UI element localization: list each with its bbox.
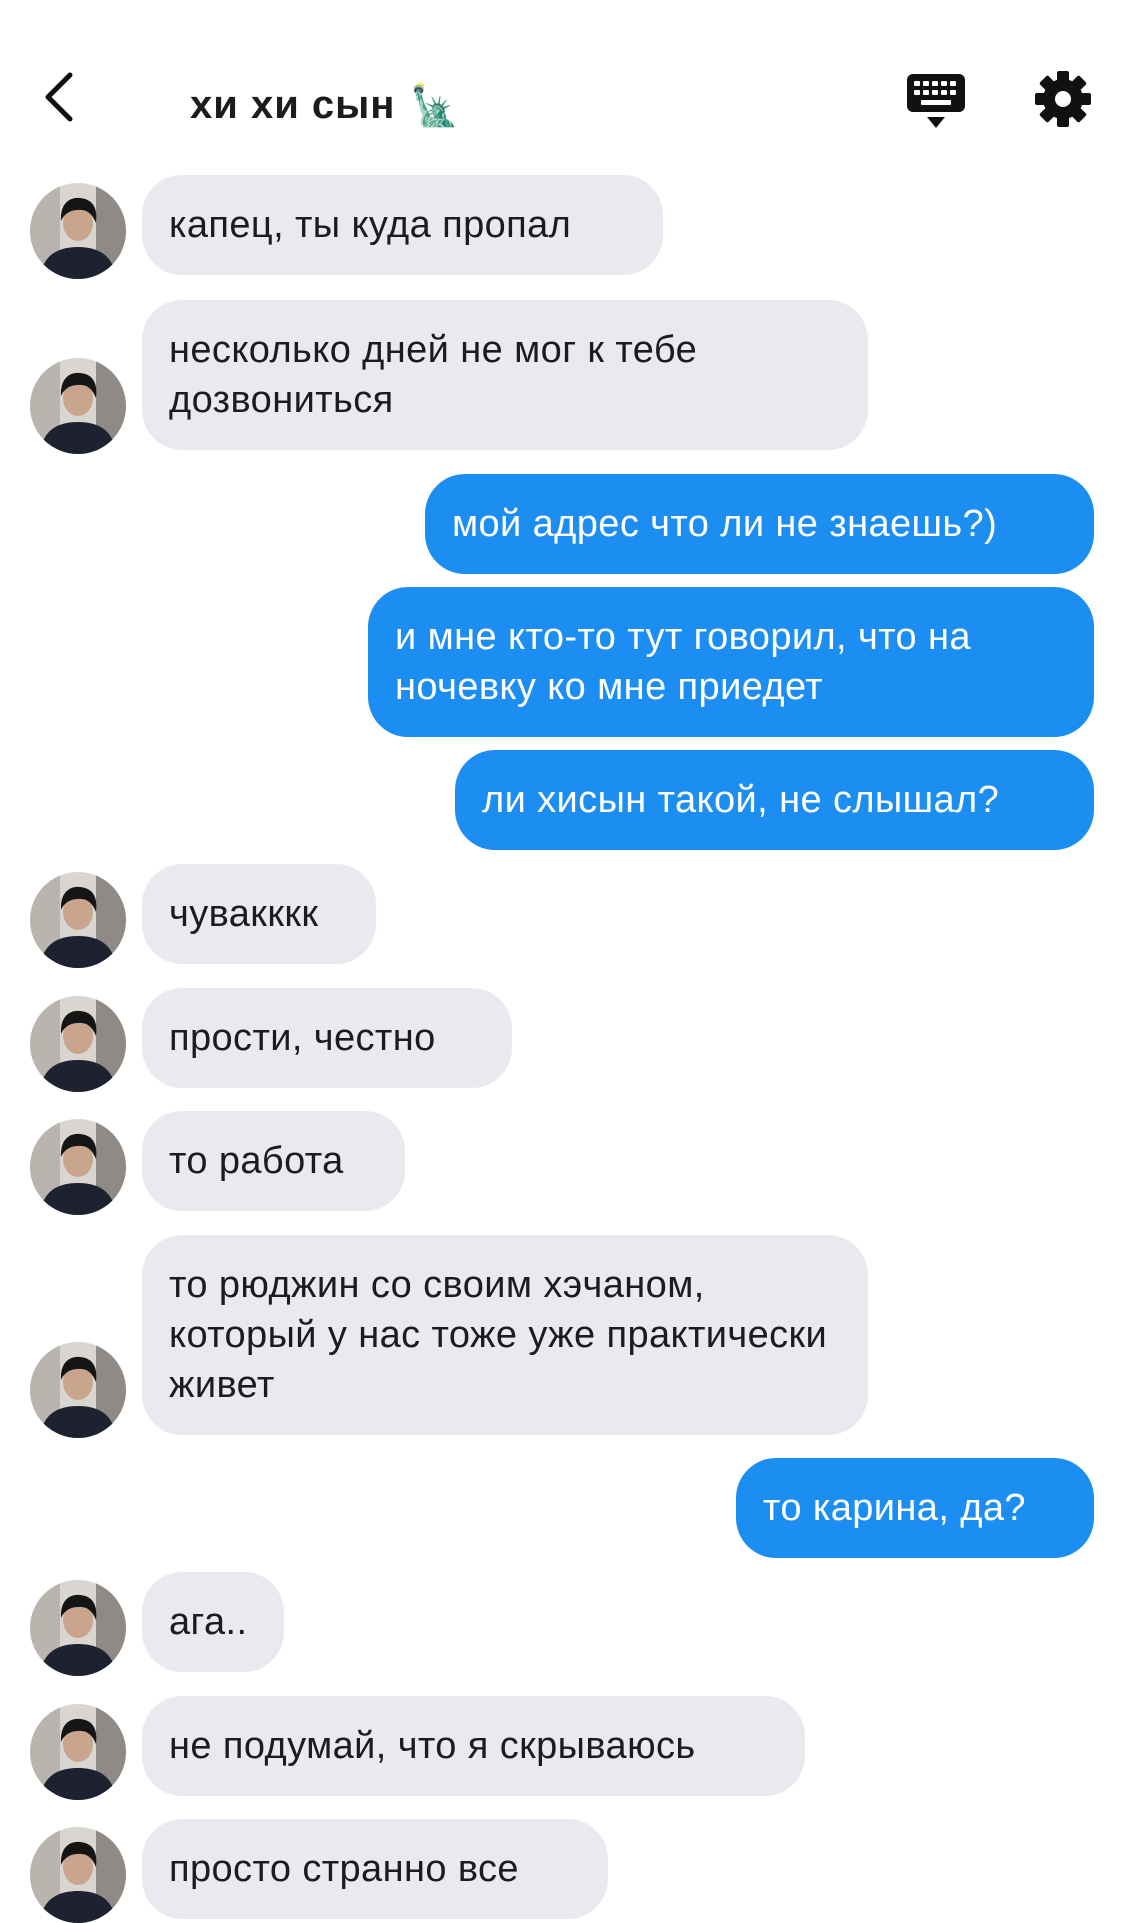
avatar[interactable] xyxy=(30,183,126,279)
message-bubble-outgoing[interactable]: ли хисын такой, не слышал? xyxy=(455,750,1094,850)
message-text: то рюджин со своим хэчаном, который у на… xyxy=(169,1264,839,1406)
message-bubble-incoming[interactable]: капец, ты куда пропал xyxy=(142,175,663,275)
message-list[interactable]: капец, ты куда пропал несколько дней не … xyxy=(0,0,1126,1923)
avatar[interactable] xyxy=(30,358,126,454)
message-bubble-incoming[interactable]: чувакккк xyxy=(142,864,376,964)
avatar[interactable] xyxy=(30,1580,126,1676)
message-text: капец, ты куда пропал xyxy=(169,204,572,246)
message-text: то работа xyxy=(169,1140,344,1182)
message-bubble-incoming[interactable]: то рюджин со своим хэчаном, который у на… xyxy=(142,1235,868,1435)
message-text: и мне кто-то тут говорил, что на ночевку… xyxy=(395,616,982,708)
avatar[interactable] xyxy=(30,1119,126,1215)
message-text: мой адрес что ли не знаешь?) xyxy=(452,503,998,545)
message-text: чувакккк xyxy=(169,893,319,935)
message-bubble-incoming[interactable]: то работа xyxy=(142,1111,405,1211)
message-bubble-incoming[interactable]: не подумай, что я скрываюсь xyxy=(142,1696,805,1796)
message-bubble-outgoing[interactable]: мой адрес что ли не знаешь?) xyxy=(425,474,1094,574)
avatar[interactable] xyxy=(30,1827,126,1923)
message-bubble-incoming[interactable]: ага.. xyxy=(142,1572,284,1672)
message-bubble-incoming[interactable]: просто странно все xyxy=(142,1819,608,1919)
avatar[interactable] xyxy=(30,1342,126,1438)
message-text: ага.. xyxy=(169,1601,248,1643)
message-text: не подумай, что я скрываюсь xyxy=(169,1725,696,1767)
avatar[interactable] xyxy=(30,996,126,1092)
message-text: просто странно все xyxy=(169,1848,519,1890)
message-bubble-outgoing[interactable]: и мне кто-то тут говорил, что на ночевку… xyxy=(368,587,1094,737)
message-text: прости, честно xyxy=(169,1017,436,1059)
message-bubble-incoming[interactable]: прости, честно xyxy=(142,988,512,1088)
avatar[interactable] xyxy=(30,1704,126,1800)
message-text: ли хисын такой, не слышал? xyxy=(482,779,1000,821)
message-bubble-outgoing[interactable]: то карина, да? xyxy=(736,1458,1094,1558)
message-text: то карина, да? xyxy=(763,1487,1026,1529)
avatar[interactable] xyxy=(30,872,126,968)
message-text: несколько дней не мог к тебе дозвониться xyxy=(169,329,709,421)
message-bubble-incoming[interactable]: несколько дней не мог к тебе дозвониться xyxy=(142,300,868,450)
